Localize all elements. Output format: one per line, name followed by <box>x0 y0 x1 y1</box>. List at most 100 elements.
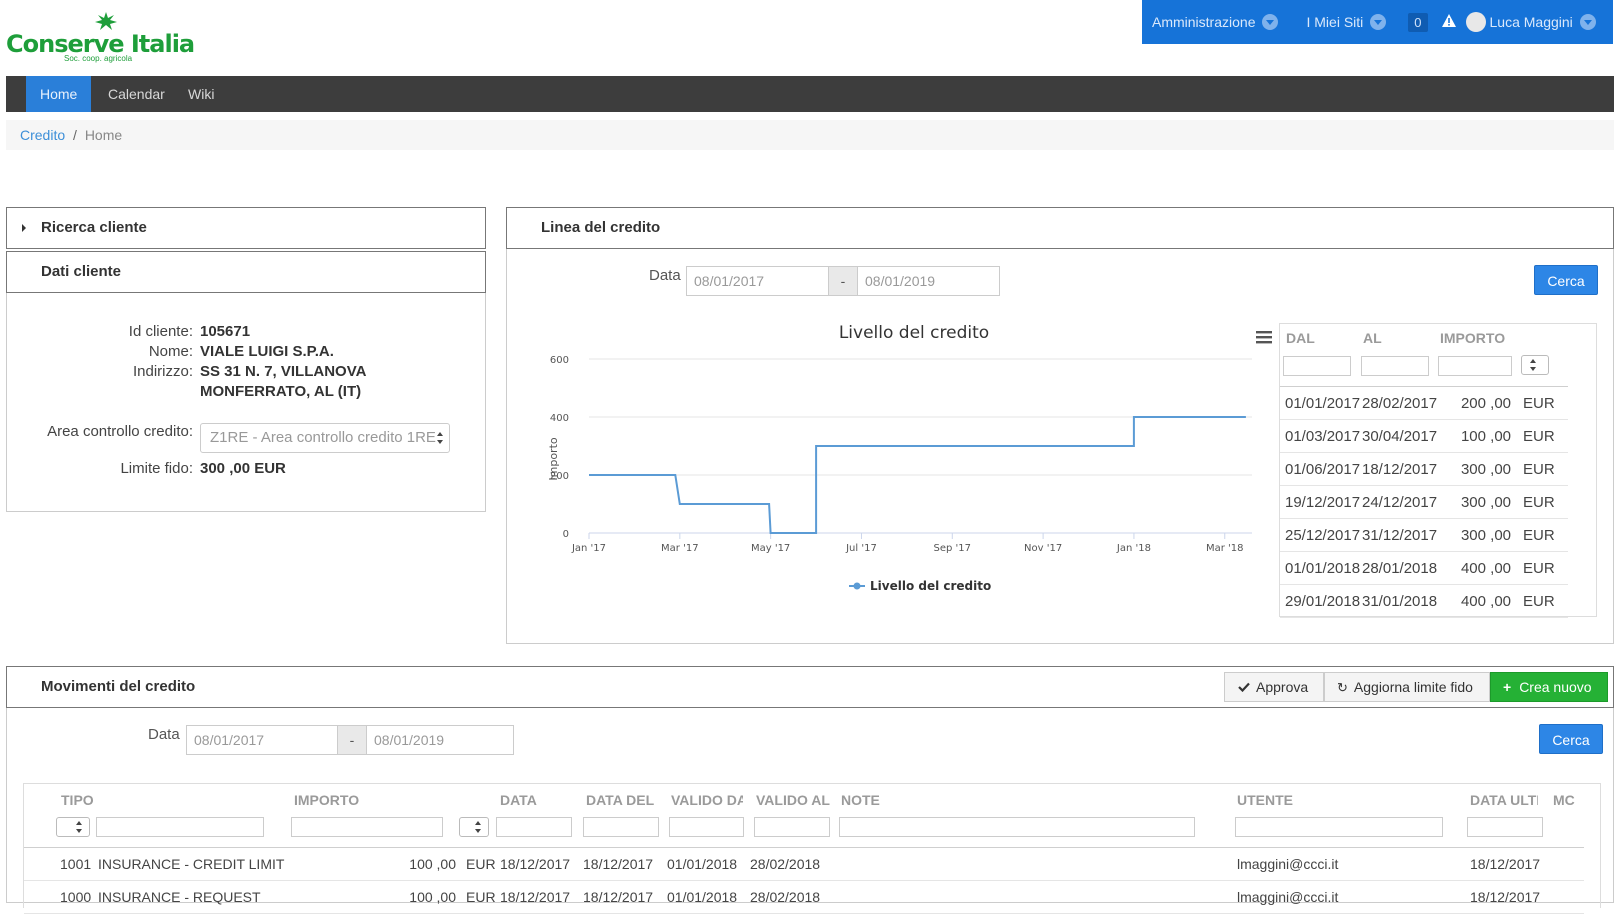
x-tick-label: Nov '17 <box>1024 543 1062 554</box>
notifications-badge[interactable]: 0 <box>1408 12 1428 32</box>
chart-x-axis: Jan '17 Mar '17 May '17 Jul '17 Sep '17 Nov '… <box>571 533 1244 554</box>
filter-tipo-input[interactable] <box>96 817 264 837</box>
x-tick-label: Sep '17 <box>934 543 972 554</box>
cell-importo: 300 ,00 <box>1460 527 1511 544</box>
breadcrumb: Credito / Home <box>6 120 1614 150</box>
col-header-al[interactable]: AL <box>1363 330 1382 346</box>
create-new-label: Crea nuovo <box>1519 679 1592 695</box>
movements-date-to[interactable]: 08/01/2019 <box>366 725 514 755</box>
cell-al: 24/12/2017 <box>1362 494 1438 511</box>
table-row[interactable]: 1001 INSURANCE - CREDIT LIMIT 100 ,00 EUR 18… <box>24 848 1584 881</box>
warning-icon[interactable] <box>1441 14 1456 30</box>
cell-al: 30/04/2017 <box>1362 428 1438 445</box>
credit-line-date-label: Data <box>649 267 681 284</box>
select-arrows-icon <box>1530 359 1538 371</box>
table-row[interactable]: 1000 INSURANCE - REQUEST 100 ,00 EUR 18/12/2… <box>24 881 1584 914</box>
chart-legend[interactable]: Livello del credito <box>849 579 991 593</box>
company-logo[interactable]: Conserve Italia Soc. coop. agricola <box>6 10 206 70</box>
cell-dal: 01/01/2018 <box>1285 560 1361 577</box>
select-arrows-icon <box>437 432 445 444</box>
table-row[interactable]: 01/01/2018 28/01/2018 400 ,00 EUR <box>1280 552 1568 585</box>
credit-level-chart: Livello del credito 0200400600 Jan '17 Ma… <box>547 323 1272 593</box>
approve-button[interactable]: Approva <box>1224 672 1324 702</box>
x-tick-label: Jul '17 <box>845 543 877 554</box>
nav-home[interactable]: Home <box>26 76 92 112</box>
filter-utente-input[interactable] <box>1235 817 1443 837</box>
create-new-button[interactable]: + Crea nuovo <box>1490 672 1608 702</box>
credit-area-select[interactable]: Z1RE - Area controllo credito 1RE <box>200 423 450 453</box>
filter-importo-input[interactable] <box>291 817 443 837</box>
col-header-importo[interactable]: IMPORTO <box>1440 330 1505 346</box>
table-row[interactable]: 01/06/2017 18/12/2017 300 ,00 EUR <box>1280 453 1568 486</box>
refresh-icon: ↻ <box>1337 680 1348 695</box>
col-header-data-ultima[interactable]: DATA ULTI <box>1470 792 1538 808</box>
filter-note-input[interactable] <box>839 817 1195 837</box>
client-data-title: Dati cliente <box>41 263 122 280</box>
cell-last-date: 18/12/2017 <box>1470 856 1541 872</box>
col-header-utente[interactable]: UTENTE <box>1237 792 1293 808</box>
approve-label: Approva <box>1256 679 1309 695</box>
update-limit-label: Aggiorna limite fido <box>1353 679 1473 695</box>
filter-al-input[interactable] <box>1361 356 1429 376</box>
chart-menu-icon[interactable] <box>1256 331 1272 344</box>
credit-area-selected: Z1RE - Area controllo credito 1RE <box>210 429 436 446</box>
table-row[interactable]: 01/01/2017 28/02/2017 200 ,00 EUR <box>1280 387 1568 420</box>
y-tick-label: 400 <box>550 413 569 424</box>
filter-valido-da-input[interactable] <box>669 817 744 837</box>
cell-currency: EUR <box>1523 395 1555 412</box>
cell-dal: 29/01/2018 <box>1285 593 1361 610</box>
cell-importo: 200 ,00 <box>1460 395 1511 412</box>
cell-al: 28/02/2017 <box>1362 395 1438 412</box>
select-arrows-icon <box>475 821 483 833</box>
filter-tipo-select[interactable] <box>56 817 90 837</box>
table-row[interactable]: 25/12/2017 31/12/2017 300 ,00 EUR <box>1280 519 1568 552</box>
logo-subtitle: Soc. coop. agricola <box>64 54 133 63</box>
nav-wiki[interactable]: Wiki <box>174 76 228 112</box>
cell-al: 18/12/2017 <box>1362 461 1438 478</box>
chart-title: Livello del credito <box>839 323 989 343</box>
table-row[interactable]: 29/01/2018 31/01/2018 400 ,00 EUR <box>1280 585 1568 618</box>
cell-al: 31/01/2018 <box>1362 593 1438 610</box>
x-tick-label: May '17 <box>751 543 790 554</box>
col-header-dal[interactable]: DAL <box>1286 330 1315 346</box>
credit-line-search-button[interactable]: Cerca <box>1534 265 1598 295</box>
filter-currency-select[interactable] <box>459 817 489 837</box>
col-header-valido-da[interactable]: VALIDO DA <box>671 792 743 808</box>
credit-area-label: Area controllo credito: <box>47 423 193 440</box>
credit-limit-label: Limite fido: <box>120 460 193 477</box>
credit-line-table: DAL AL IMPORTO 01/01/2017 28/02/2017 200 ,… <box>1279 323 1597 618</box>
col-header-data[interactable]: DATA <box>500 792 537 808</box>
cell-type: INSURANCE - CREDIT LIMIT <box>98 856 285 872</box>
breadcrumb-credito[interactable]: Credito <box>20 127 65 143</box>
col-header-note[interactable]: NOTE <box>841 792 880 808</box>
filter-data-input[interactable] <box>496 817 572 837</box>
cell-date: 18/12/2017 <box>500 856 571 872</box>
filter-valido-al-input[interactable] <box>754 817 830 837</box>
col-header-importo[interactable]: IMPORTO <box>294 792 359 808</box>
administration-menu[interactable]: Amministrazione <box>1152 14 1279 30</box>
filter-currency-select[interactable] <box>1521 355 1549 375</box>
col-header-valido-al[interactable]: VALIDO AL <box>756 792 830 808</box>
my-sites-label: I Miei Siti <box>1306 14 1364 30</box>
my-sites-menu[interactable]: I Miei Siti <box>1306 14 1387 30</box>
user-menu[interactable]: Luca Maggini <box>1456 12 1596 32</box>
filter-dal-input[interactable] <box>1283 356 1351 376</box>
update-limit-button[interactable]: ↻ Aggiorna limite fido <box>1324 672 1490 702</box>
table-row[interactable]: 19/12/2017 24/12/2017 300 ,00 EUR <box>1280 486 1568 519</box>
nav-calendar[interactable]: Calendar <box>94 76 179 112</box>
filter-data-delivery-input[interactable] <box>583 817 659 837</box>
table-row[interactable]: 01/03/2017 30/04/2017 100 ,00 EUR <box>1280 420 1568 453</box>
credit-line-title: Linea del credito <box>541 219 661 236</box>
filter-data-ultima-input[interactable] <box>1467 817 1543 837</box>
search-client-panel-header[interactable]: Ricerca cliente <box>6 207 486 249</box>
col-header-mc[interactable]: MC <box>1553 792 1575 808</box>
col-header-data-delivery[interactable]: DATA DELI <box>586 792 654 808</box>
credit-line-date-from[interactable]: 08/01/2017 <box>686 266 829 296</box>
credit-line-date-to[interactable]: 08/01/2019 <box>857 266 1000 296</box>
check-icon <box>1238 673 1250 701</box>
movements-search-button[interactable]: Cerca <box>1539 724 1603 754</box>
plus-icon: + <box>1503 679 1512 695</box>
movements-date-from[interactable]: 08/01/2017 <box>186 725 338 755</box>
filter-importo-input[interactable] <box>1438 356 1512 376</box>
col-header-tipo[interactable]: TIPO <box>61 792 94 808</box>
